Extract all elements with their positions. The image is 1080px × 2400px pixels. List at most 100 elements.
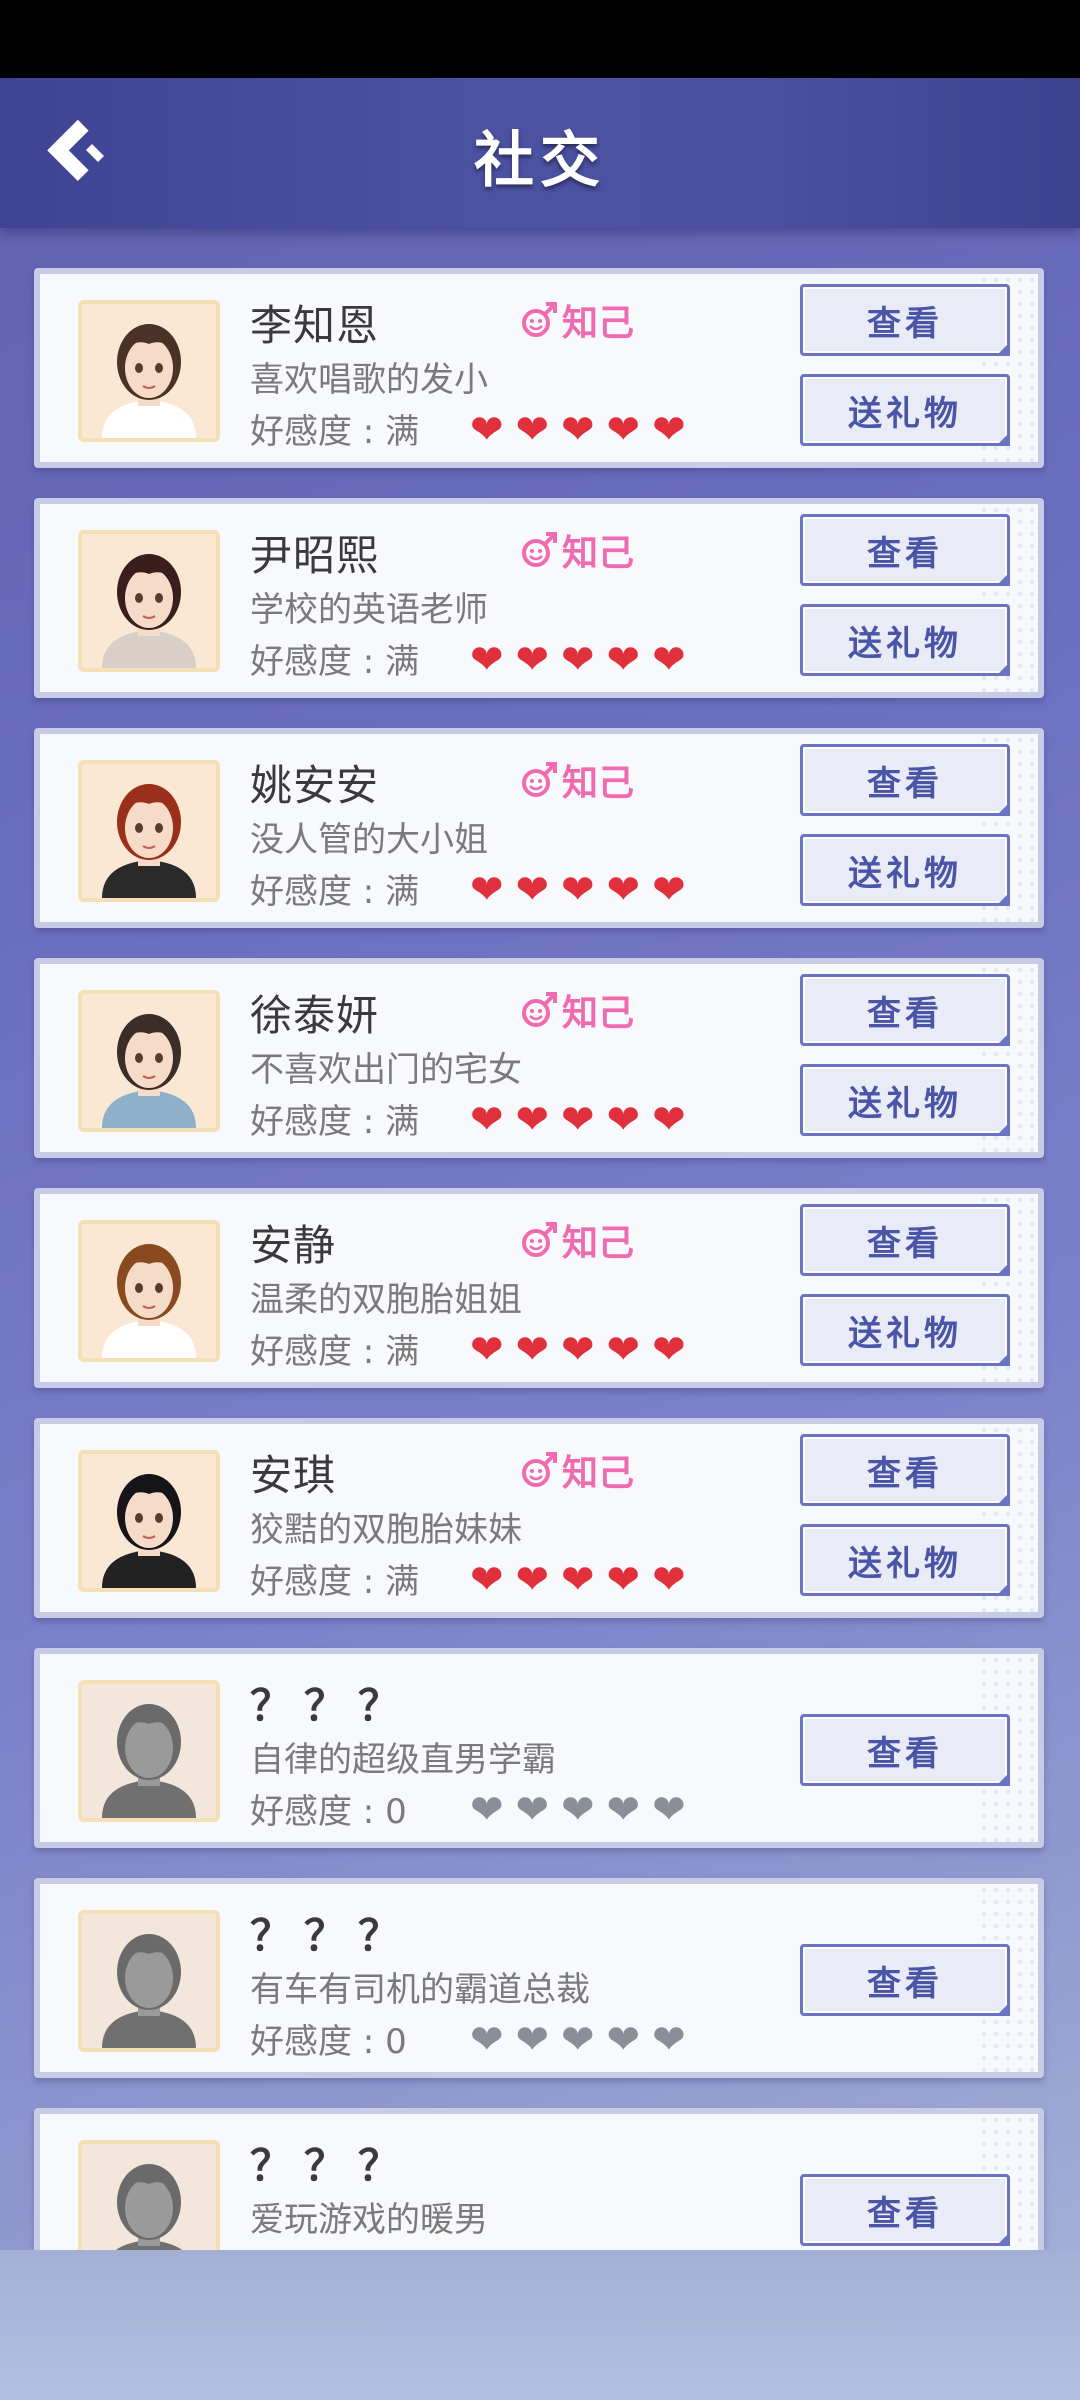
male-symbol-icon — [522, 992, 557, 1027]
male-symbol-icon — [522, 532, 557, 567]
character-description: 喜欢唱歌的发小 — [250, 360, 488, 400]
character-description: 爱玩游戏的暖男 — [250, 2200, 488, 2240]
character-card: ？？？ 自律的超级直男学霸 好感度 : 0 ❤ ❤ ❤ ❤ ❤ 查看 — [34, 1648, 1044, 1848]
heart-filled-icon: ❤ — [515, 1097, 550, 1143]
male-symbol-icon — [522, 302, 557, 337]
character-description: 狡黠的双胞胎妹妹 — [250, 1510, 522, 1550]
send-gift-button[interactable]: 送礼物 — [800, 1294, 1010, 1366]
portrait-icon — [102, 324, 196, 438]
character-card: ？？？ 有车有司机的霸道总裁 好感度 : 0 ❤ ❤ ❤ ❤ ❤ 查看 — [34, 1878, 1044, 2078]
affection-label: 好感度 : 满 — [250, 872, 420, 912]
heart-filled-icon: ❤ — [561, 1327, 595, 1373]
character-description: 学校的英语老师 — [250, 590, 488, 630]
heart-filled-icon: ❤ — [606, 1327, 641, 1373]
character-card: 徐泰妍 知己 不喜欢出门的宅女 好感度 : 满 ❤ ❤ ❤ ❤ ❤ 查看 送礼物 — [34, 958, 1044, 1158]
portrait-icon — [102, 1704, 196, 1818]
character-description: 自律的超级直男学霸 — [250, 1740, 556, 1780]
view-button[interactable]: 查看 — [800, 514, 1010, 586]
heart-filled-icon: ❤ — [470, 407, 504, 453]
character-avatar — [78, 990, 220, 1132]
view-button[interactable]: 查看 — [800, 2174, 1010, 2246]
header-bar: 社交 — [0, 78, 1080, 228]
character-card: ？？？ 爱玩游戏的暖男 查看 — [34, 2108, 1044, 2250]
portrait-icon — [115, 2164, 183, 2250]
heart-filled-icon: ❤ — [515, 1557, 550, 1603]
page-title: 社交 — [474, 126, 606, 196]
badge-label: 知己 — [562, 763, 635, 804]
heart-filled-icon: ❤ — [606, 1557, 641, 1603]
character-list[interactable]: 李知恩 知己 喜欢唱歌的发小 好感度 : 满 ❤ ❤ ❤ ❤ ❤ 查看 送礼物 尹昭熙 知己 学校的英语老… — [0, 228, 1080, 2250]
character-avatar — [78, 1680, 220, 1822]
heart-empty-icon: ❤ — [561, 1787, 595, 1833]
heart-filled-icon: ❤ — [652, 1327, 686, 1373]
heart-filled-icon: ❤ — [561, 1097, 595, 1143]
heart-empty-icon: ❤ — [470, 1787, 504, 1833]
heart-empty-icon: ❤ — [515, 2017, 550, 2063]
view-button[interactable]: 查看 — [800, 1204, 1010, 1276]
affection-hearts: ❤ ❤ ❤ ❤ ❤ — [470, 1560, 686, 1600]
badge-label: 知己 — [562, 1223, 635, 1264]
portrait-icon — [102, 554, 196, 668]
confidant-badge: 知己 — [520, 524, 634, 576]
heart-filled-icon: ❤ — [470, 1557, 504, 1603]
heart-filled-icon: ❤ — [561, 1557, 595, 1603]
bottom-area — [0, 2250, 1080, 2400]
view-button[interactable]: 查看 — [800, 744, 1010, 816]
badge-label: 知己 — [562, 303, 635, 344]
affection-hearts: ❤ ❤ ❤ ❤ ❤ — [470, 1790, 686, 1830]
heart-filled-icon: ❤ — [652, 1557, 686, 1603]
heart-filled-icon: ❤ — [515, 867, 550, 913]
character-name: 徐泰妍 — [250, 991, 380, 1040]
heart-filled-icon: ❤ — [652, 407, 686, 453]
confidant-badge: 知己 — [520, 1214, 634, 1266]
character-description: 不喜欢出门的宅女 — [250, 1050, 522, 1090]
heart-filled-icon: ❤ — [515, 1327, 550, 1373]
confidant-badge: 知己 — [520, 984, 634, 1036]
heart-empty-icon: ❤ — [470, 2017, 504, 2063]
heart-empty-icon: ❤ — [606, 1787, 641, 1833]
affection-label: 好感度 : 满 — [250, 1562, 420, 1602]
view-button[interactable]: 查看 — [800, 1944, 1010, 2016]
heart-empty-icon: ❤ — [606, 2017, 641, 2063]
heart-empty-icon: ❤ — [652, 2017, 686, 2063]
affection-hearts: ❤ ❤ ❤ ❤ ❤ — [470, 410, 686, 450]
portrait-icon — [102, 1244, 196, 1358]
character-avatar — [78, 1910, 220, 2052]
heart-filled-icon: ❤ — [515, 637, 550, 683]
heart-filled-icon: ❤ — [652, 637, 686, 683]
heart-filled-icon: ❤ — [652, 867, 686, 913]
send-gift-button[interactable]: 送礼物 — [800, 1064, 1010, 1136]
send-gift-button[interactable]: 送礼物 — [800, 834, 1010, 906]
character-description: 有车有司机的霸道总裁 — [250, 1970, 590, 2010]
portrait-icon — [102, 1934, 196, 2048]
character-card: 安琪 知己 狡黠的双胞胎妹妹 好感度 : 满 ❤ ❤ ❤ ❤ ❤ 查看 送礼物 — [34, 1418, 1044, 1618]
send-gift-button[interactable]: 送礼物 — [800, 604, 1010, 676]
portrait-icon — [102, 1474, 196, 1588]
affection-hearts: ❤ ❤ ❤ ❤ ❤ — [470, 2020, 686, 2060]
view-button[interactable]: 查看 — [800, 284, 1010, 356]
character-card: 姚安安 知己 没人管的大小姐 好感度 : 满 ❤ ❤ ❤ ❤ ❤ 查看 送礼物 — [34, 728, 1044, 928]
character-card: 李知恩 知己 喜欢唱歌的发小 好感度 : 满 ❤ ❤ ❤ ❤ ❤ 查看 送礼物 — [34, 268, 1044, 468]
character-avatar — [78, 1220, 220, 1362]
character-avatar — [78, 760, 220, 902]
send-gift-button[interactable]: 送礼物 — [800, 374, 1010, 446]
send-gift-button[interactable]: 送礼物 — [800, 1524, 1010, 1596]
heart-filled-icon: ❤ — [606, 407, 641, 453]
male-symbol-icon — [522, 1452, 557, 1487]
view-button[interactable]: 查看 — [800, 1714, 1010, 1786]
heart-filled-icon: ❤ — [561, 637, 595, 683]
affection-label: 好感度 : 0 — [250, 2022, 407, 2062]
character-name: 安琪 — [250, 1451, 337, 1500]
character-name: 姚安安 — [250, 761, 380, 810]
affection-label: 好感度 : 满 — [250, 412, 420, 452]
character-avatar — [78, 1450, 220, 1592]
portrait-icon — [102, 784, 196, 898]
affection-hearts: ❤ ❤ ❤ ❤ ❤ — [470, 870, 686, 910]
male-symbol-icon — [522, 1222, 557, 1257]
heart-empty-icon: ❤ — [561, 2017, 595, 2063]
view-button[interactable]: 查看 — [800, 1434, 1010, 1506]
view-button[interactable]: 查看 — [800, 974, 1010, 1046]
affection-hearts: ❤ ❤ ❤ ❤ ❤ — [470, 1330, 686, 1370]
character-card: 安静 知己 温柔的双胞胎姐姐 好感度 : 满 ❤ ❤ ❤ ❤ ❤ 查看 送礼物 — [34, 1188, 1044, 1388]
character-avatar — [78, 2140, 220, 2250]
